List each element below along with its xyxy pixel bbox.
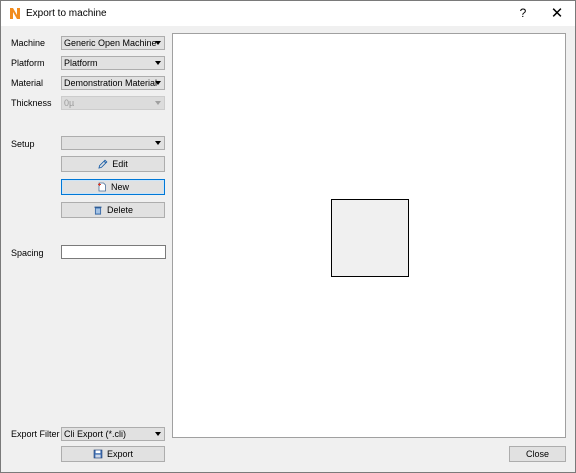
close-button[interactable]: Close — [509, 446, 566, 462]
chevron-down-icon — [155, 81, 161, 85]
floppy-disk-icon — [93, 449, 103, 459]
platform-select[interactable]: Platform — [61, 56, 165, 70]
material-select-value: Demonstration Material — [64, 78, 158, 88]
material-select[interactable]: Demonstration Material — [61, 76, 165, 90]
title-bar: Export to machine ? ✕ — [1, 1, 575, 26]
edit-button-label: Edit — [112, 159, 128, 169]
export-button[interactable]: Export — [61, 446, 165, 462]
platform-label: Platform — [11, 58, 45, 68]
export-button-label: Export — [106, 449, 133, 459]
new-button[interactable]: New — [61, 179, 165, 195]
preview-canvas[interactable] — [172, 33, 566, 438]
thickness-select: 0µ — [61, 96, 165, 110]
help-button[interactable]: ? — [509, 1, 537, 26]
edit-button[interactable]: Edit — [61, 156, 165, 172]
export-filter-label: Export Filter — [11, 429, 60, 439]
setup-select[interactable] — [61, 136, 165, 150]
new-button-label: New — [110, 182, 129, 192]
n-logo-icon — [9, 7, 21, 20]
part-outline[interactable] — [331, 199, 409, 277]
chevron-down-icon — [155, 61, 161, 65]
chevron-down-icon — [155, 141, 161, 145]
machine-select[interactable]: Generic Open Machine — [61, 36, 165, 50]
machine-select-value: Generic Open Machine — [64, 38, 157, 48]
new-document-icon — [97, 182, 107, 192]
material-label: Material — [11, 78, 44, 88]
chevron-down-icon — [155, 432, 161, 436]
machine-label: Machine — [11, 38, 46, 48]
setup-label: Setup — [11, 139, 35, 149]
chevron-down-icon — [155, 41, 161, 45]
export-filter-select[interactable]: Cli Export (*.cli) — [61, 427, 165, 441]
delete-button-label: Delete — [106, 205, 133, 215]
window-title: Export to machine — [26, 8, 107, 19]
spacing-input[interactable] — [61, 245, 166, 259]
thickness-label: Thickness — [11, 98, 52, 108]
export-dialog: Export to machine ? ✕ Machine Generic Op… — [0, 0, 576, 473]
trash-icon — [93, 205, 103, 215]
chevron-down-icon — [155, 101, 161, 105]
platform-select-value: Platform — [64, 58, 98, 68]
delete-button[interactable]: Delete — [61, 202, 165, 218]
thickness-select-value: 0µ — [64, 98, 75, 108]
spacing-label: Spacing — [11, 248, 44, 258]
window-close-button[interactable]: ✕ — [541, 1, 573, 26]
pencil-icon — [98, 159, 108, 169]
export-filter-select-value: Cli Export (*.cli) — [64, 429, 127, 439]
